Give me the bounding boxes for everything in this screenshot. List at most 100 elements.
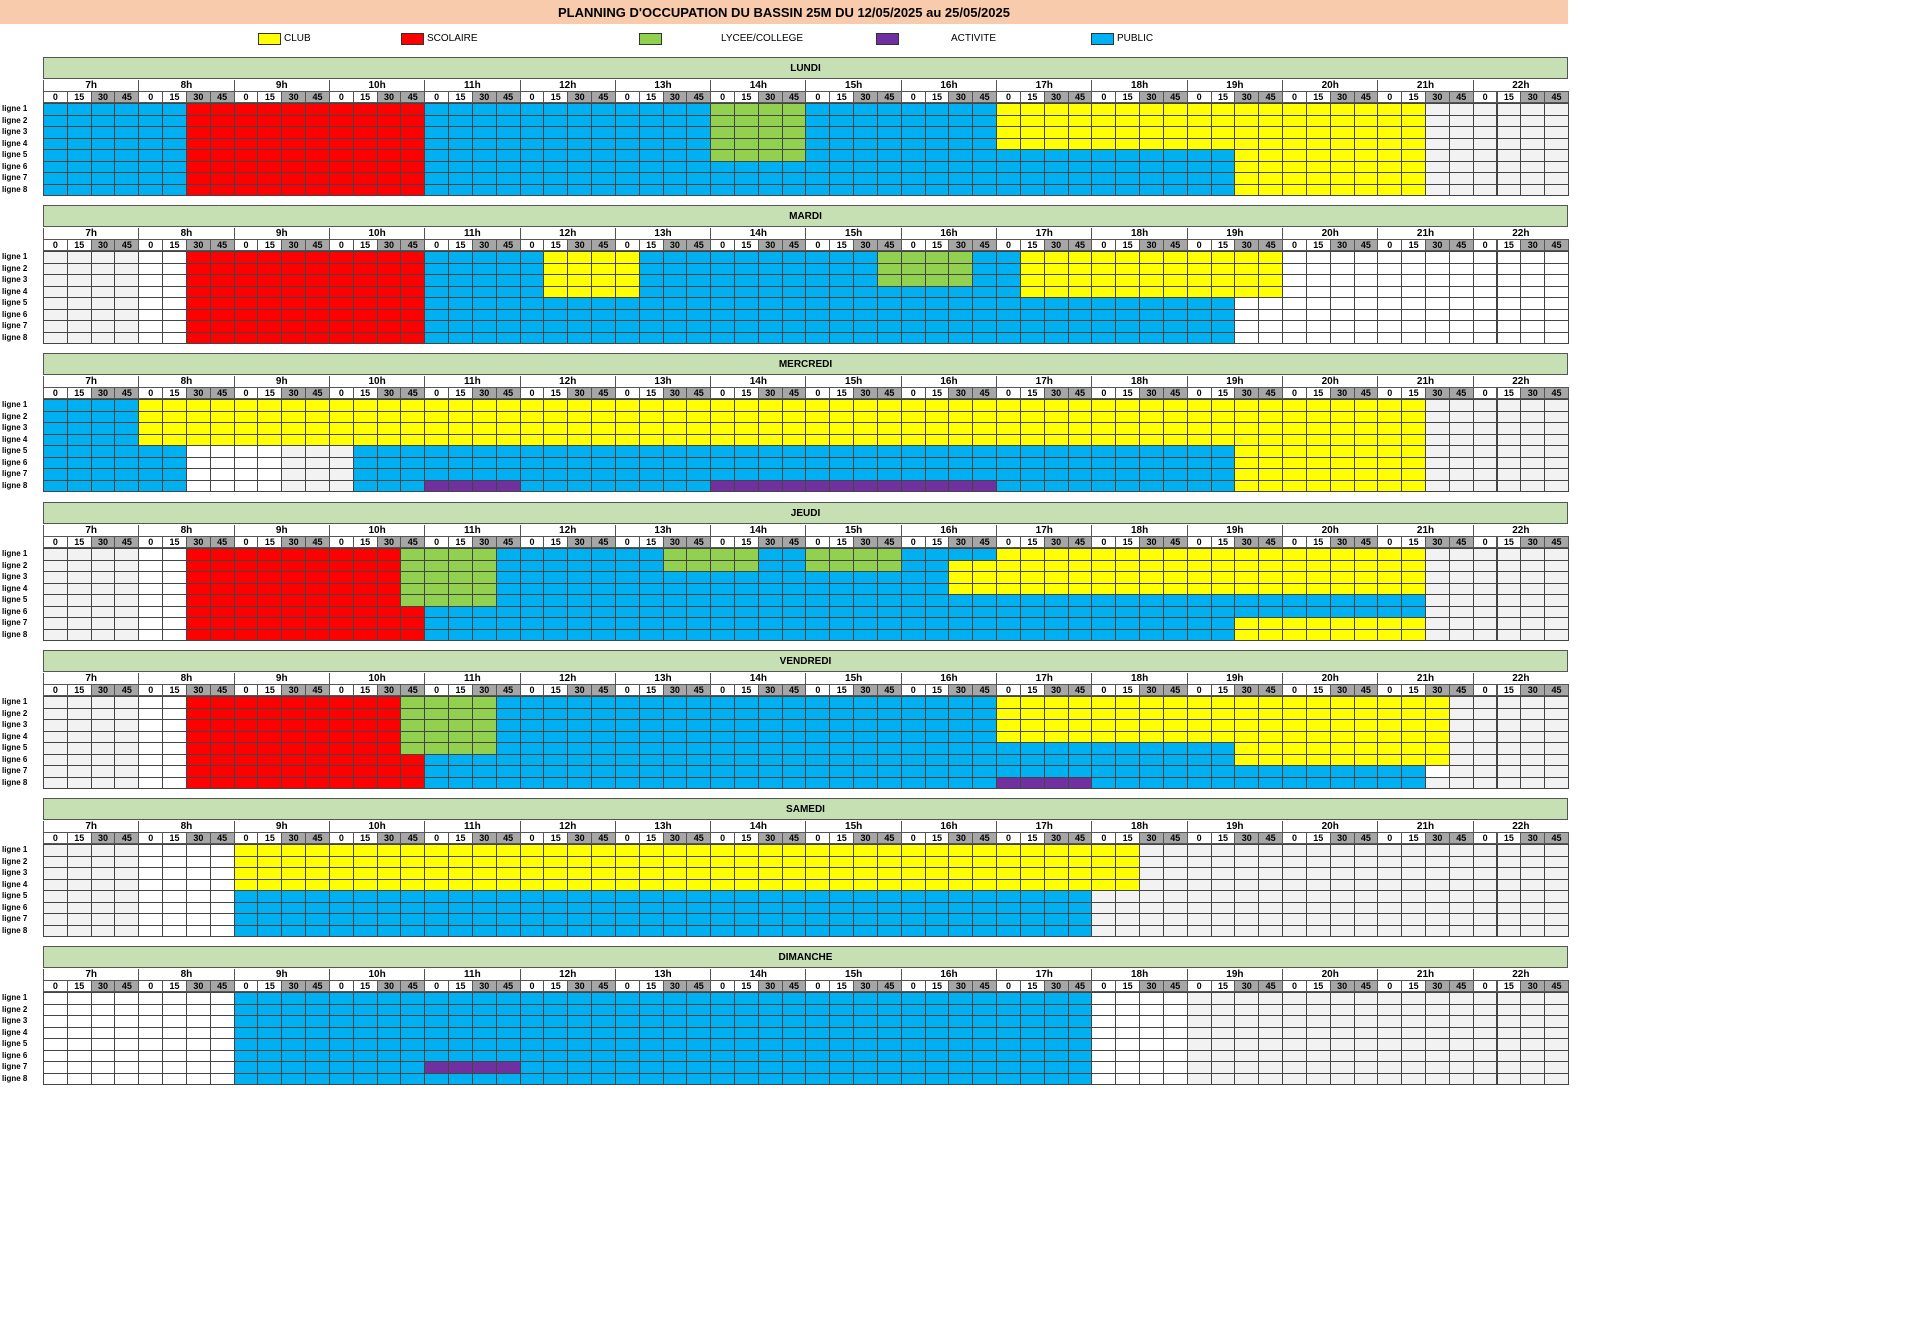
lane-label: ligne 5	[2, 743, 28, 752]
slot-cell	[305, 776, 330, 789]
slot-cell	[305, 924, 330, 937]
slot-cell	[638, 1072, 664, 1085]
minute-label: 15	[1496, 536, 1522, 548]
slot-cell	[1162, 1072, 1188, 1085]
slot-cell	[1210, 628, 1236, 641]
hour-label: 12h	[519, 80, 615, 91]
minute-label: 0	[1282, 832, 1307, 844]
minute-label: 30	[757, 832, 783, 844]
minute-label: 15	[257, 239, 283, 251]
minute-label: 15	[638, 536, 664, 548]
slot-cell	[924, 1072, 950, 1085]
hour-label: 9h	[233, 228, 329, 239]
minute-label: 0	[43, 684, 68, 696]
slot-cell	[972, 924, 998, 937]
minute-label: 30	[757, 91, 783, 103]
minute-label: 15	[1019, 980, 1045, 992]
slot-cell	[138, 183, 164, 196]
slot-cell	[686, 924, 712, 937]
minute-label: 30	[757, 980, 783, 992]
slot-cell	[281, 331, 307, 344]
slot-cell	[424, 479, 450, 492]
minute-label: 15	[734, 91, 759, 103]
hour-label: 8h	[138, 525, 233, 536]
slot-cell	[209, 924, 235, 937]
minute-label: 45	[876, 387, 902, 399]
minute-label: 30	[1425, 832, 1450, 844]
slot-cell	[996, 924, 1021, 937]
minute-label: 0	[1377, 536, 1403, 548]
hour-label: 20h	[1282, 821, 1377, 832]
minute-label: 15	[1019, 684, 1045, 696]
minute-label: 15	[1210, 91, 1236, 103]
minute-label: 45	[591, 684, 616, 696]
slot-cell	[471, 776, 497, 789]
slot-cell	[948, 628, 974, 641]
slot-cell	[781, 479, 807, 492]
slot-cell	[114, 479, 140, 492]
slot-cell	[829, 628, 855, 641]
slot-cell	[1329, 924, 1355, 937]
slot-cell	[1162, 776, 1188, 789]
minute-label: 45	[686, 387, 712, 399]
lane-label: ligne 3	[2, 868, 28, 877]
slot-cell	[162, 183, 187, 196]
minute-label: 45	[972, 684, 998, 696]
minute-label: 15	[448, 832, 473, 844]
minute-label: 30	[90, 832, 116, 844]
minute-label: 30	[281, 832, 307, 844]
minute-label: 0	[424, 832, 450, 844]
slot-cell	[376, 628, 402, 641]
minute-label: 0	[138, 980, 164, 992]
minute-label: 45	[1544, 239, 1569, 251]
minute-label: 30	[90, 239, 116, 251]
minute-label: 0	[519, 832, 545, 844]
slot-cell	[114, 1072, 140, 1085]
slot-cell	[591, 331, 616, 344]
minute-label: 15	[1401, 536, 1426, 548]
minute-label: 15	[1115, 832, 1141, 844]
minute-label: 45	[114, 536, 140, 548]
slot-cell	[591, 628, 616, 641]
slot-cell	[686, 628, 712, 641]
minute-label: 30	[567, 239, 593, 251]
slot-cell	[448, 331, 473, 344]
minute-label: 30	[1139, 536, 1164, 548]
hour-label: 19h	[1186, 376, 1282, 387]
minute-label: 0	[805, 91, 831, 103]
minute-label: 0	[900, 239, 926, 251]
slot-cell	[757, 183, 783, 196]
minute-label: 45	[972, 832, 998, 844]
lane-label: ligne 1	[2, 697, 28, 706]
minute-label: 45	[114, 239, 140, 251]
slot-cell	[853, 479, 878, 492]
minute-label: 15	[829, 536, 855, 548]
slot-cell	[352, 1072, 378, 1085]
minute-label: 30	[1234, 387, 1260, 399]
lane-label: ligne 5	[2, 298, 28, 307]
slot-cell	[1353, 924, 1379, 937]
slot-cell	[328, 183, 354, 196]
minute-label: 45	[495, 980, 521, 992]
minute-label: 30	[757, 239, 783, 251]
minute-label: 0	[424, 980, 450, 992]
slot-cell	[495, 776, 521, 789]
minute-label: 30	[1329, 91, 1355, 103]
slot-cell	[805, 479, 831, 492]
minute-label: 0	[805, 832, 831, 844]
minute-label: 30	[1329, 239, 1355, 251]
minute-label: 0	[614, 980, 640, 992]
hour-label: 19h	[1186, 969, 1282, 980]
lane-label: ligne 7	[2, 321, 28, 330]
slot-cell	[1043, 479, 1069, 492]
slot-cell	[305, 1072, 330, 1085]
minute-label: 15	[1401, 980, 1426, 992]
slot-cell	[138, 776, 164, 789]
minute-label: 30	[376, 91, 402, 103]
minute-label: 15	[1401, 91, 1426, 103]
lane-label: ligne 1	[2, 993, 28, 1002]
slot-cell	[1139, 479, 1164, 492]
hour-label: 22h	[1472, 821, 1568, 832]
slot-cell	[876, 331, 902, 344]
minute-label: 15	[352, 832, 378, 844]
